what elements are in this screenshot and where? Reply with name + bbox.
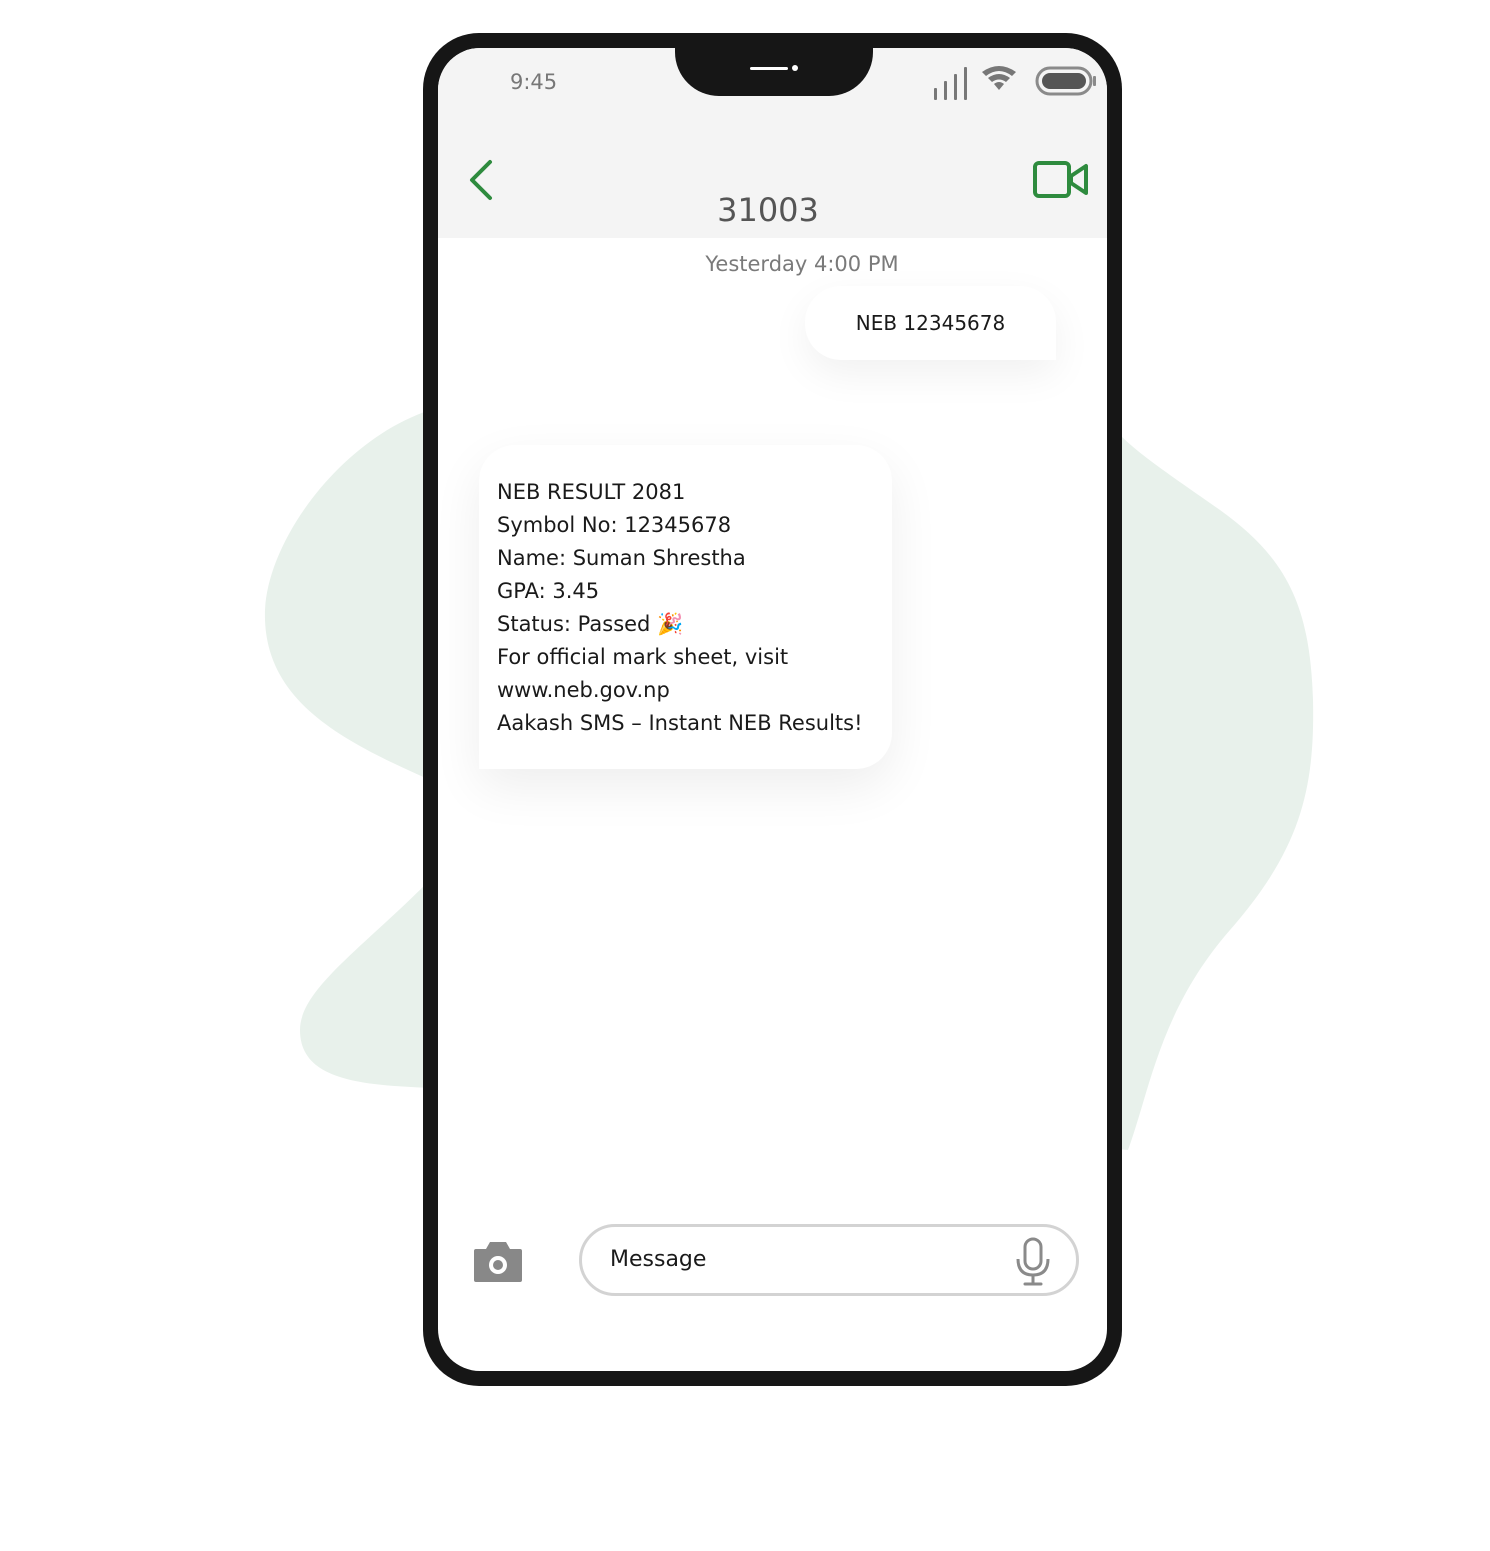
signal-icon [934, 67, 967, 100]
message-placeholder: Message [610, 1247, 707, 1272]
incoming-message-line: Status: Passed 🎉 [497, 612, 684, 636]
video-call-button[interactable] [1032, 160, 1090, 200]
battery-icon [1035, 66, 1096, 96]
microphone-icon [1016, 1237, 1050, 1286]
contact-name: 31003 [717, 191, 819, 229]
speaker [750, 67, 788, 70]
status-icons [932, 64, 1102, 104]
incoming-message-line: Name: Suman Shrestha [497, 546, 746, 570]
outgoing-message-bubble[interactable]: NEB 12345678 [805, 286, 1056, 360]
incoming-message-line: Aakash SMS – Instant NEB Results! [497, 711, 863, 735]
wifi-icon [982, 66, 1016, 90]
video-camera-icon [1033, 161, 1088, 198]
message-timestamp: Yesterday 4:00 PM [705, 252, 899, 276]
front-camera [792, 65, 798, 71]
phone-screen: 9:45 31003 Yesterday 4:00 PM NEB 1234567… [438, 48, 1107, 1371]
incoming-message-line: For official mark sheet, visit [497, 645, 789, 669]
incoming-message-line: NEB RESULT 2081 [497, 480, 686, 504]
camera-icon [474, 1242, 522, 1282]
microphone-button[interactable] [1014, 1237, 1052, 1287]
incoming-message-line: Symbol No: 12345678 [497, 513, 732, 537]
incoming-message-link[interactable]: www.neb.gov.np [497, 674, 892, 707]
incoming-message-bubble[interactable]: NEB RESULT 2081 Symbol No: 12345678 Name… [479, 445, 892, 769]
notch [675, 48, 873, 96]
status-time: 9:45 [510, 70, 558, 94]
outgoing-message-text: NEB 12345678 [855, 311, 1006, 335]
incoming-message-line: GPA: 3.45 [497, 579, 600, 603]
top-bar: 9:45 31003 [438, 48, 1107, 238]
message-input[interactable]: Message [579, 1224, 1079, 1296]
phone-frame: 9:45 31003 Yesterday 4:00 PM NEB 1234567… [423, 33, 1122, 1386]
camera-button[interactable] [472, 1239, 524, 1284]
